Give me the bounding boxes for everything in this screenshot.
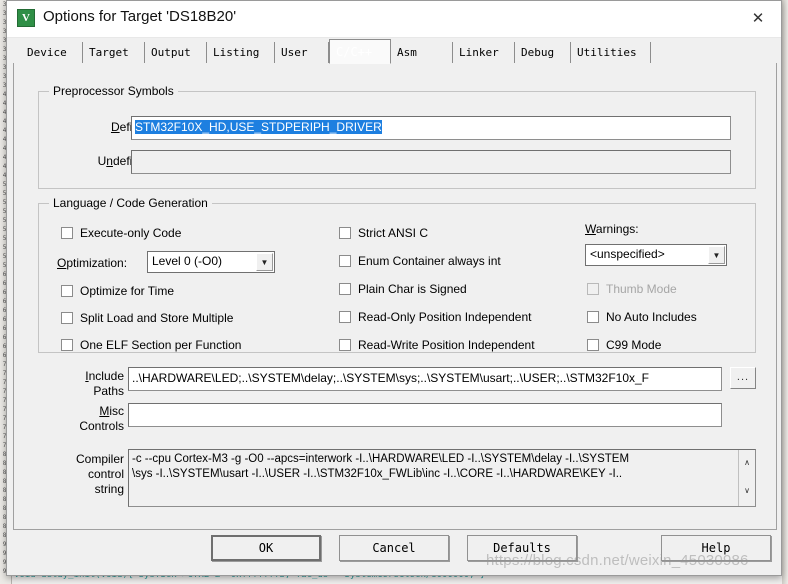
tab-target[interactable]: Target <box>83 42 145 63</box>
define-input[interactable]: STM32F10X_HD,USE_STDPERIPH_DRIVER <box>131 116 731 140</box>
ok-button[interactable]: OK <box>211 535 321 561</box>
checkbox-thumb-mode: Thumb Mode <box>587 282 677 296</box>
scroll-up-icon[interactable]: ∧ <box>739 450 755 478</box>
tab-output[interactable]: Output <box>145 42 207 63</box>
tab-utilities[interactable]: Utilities <box>571 42 651 63</box>
tab-debug[interactable]: Debug <box>515 42 571 63</box>
checkbox-label: Strict ANSI C <box>358 226 429 240</box>
misc-controls-label-line1: Misc <box>99 404 124 418</box>
include-paths-input[interactable]: ..\HARDWARE\LED;..\SYSTEM\delay;..\SYSTE… <box>128 367 722 391</box>
warnings-value: <unspecified> <box>590 247 665 261</box>
language-code-generation-group: Language / Code Generation Execute-only … <box>38 196 756 353</box>
misc-controls-label-line2: Controls <box>79 419 124 433</box>
checkbox-box <box>61 227 73 239</box>
checkbox-box <box>61 285 73 297</box>
misc-controls-input[interactable] <box>128 403 722 427</box>
csdn-watermark: https://blog.csdn.net/weixin_45030986 <box>486 552 749 569</box>
language-code-generation-label: Language / Code Generation <box>49 196 212 210</box>
checkbox-label: Read-Write Position Independent <box>358 338 535 352</box>
chevron-down-icon[interactable]: ▼ <box>708 246 725 264</box>
warnings-select[interactable]: <unspecified> ▼ <box>585 244 727 266</box>
options-dialog: V Options for Target 'DS18B20' ✕ Device … <box>6 0 782 576</box>
chevron-down-icon[interactable]: ▼ <box>256 253 273 271</box>
tab-device[interactable]: Device <box>21 42 83 63</box>
compiler-control-string-label-line2: control <box>87 467 124 481</box>
checkbox-split-load-and-store-multiple[interactable]: Split Load and Store Multiple <box>61 311 233 325</box>
undefine-input[interactable] <box>131 150 731 174</box>
checkbox-c99-mode[interactable]: C99 Mode <box>587 338 661 352</box>
tab-c-cpp[interactable]: C/C++ <box>329 39 391 64</box>
checkbox-label: Read-Only Position Independent <box>358 310 532 324</box>
optimization-value: Level 0 (-O0) <box>152 254 223 268</box>
close-icon[interactable]: ✕ <box>735 1 781 36</box>
checkbox-no-auto-includes[interactable]: No Auto Includes <box>587 310 697 324</box>
background-right-edge <box>782 0 788 584</box>
checkbox-label: C99 Mode <box>606 338 662 352</box>
checkbox-label: Optimize for Time <box>80 284 175 298</box>
tab-linker[interactable]: Linker <box>453 42 515 63</box>
compiler-control-string-label-line3: string <box>94 482 124 496</box>
dialog-title: Options for Target 'DS18B20' <box>43 8 237 25</box>
preprocessor-symbols-label: Preprocessor Symbols <box>49 84 178 98</box>
compiler-control-string-label-line1: Compiler <box>75 452 124 466</box>
cancel-button[interactable]: Cancel <box>339 535 449 561</box>
compiler-control-string-scrollbar[interactable]: ∧ ∨ <box>738 450 755 506</box>
optimization-label: Optimization: <box>57 256 128 270</box>
optimization-select[interactable]: Level 0 (-O0) ▼ <box>147 251 275 273</box>
checkbox-label: Execute-only Code <box>80 226 182 240</box>
checkbox-label: Plain Char is Signed <box>358 282 467 296</box>
scroll-down-icon[interactable]: ∨ <box>739 478 755 506</box>
keil-uvision-logo-icon: V <box>17 9 35 27</box>
include-paths-label-line2: Paths <box>93 384 124 398</box>
include-paths-browse-button[interactable]: ... <box>730 367 756 389</box>
checkbox-read-write-position-independent[interactable]: Read-Write Position Independent <box>339 338 535 352</box>
checkbox-box <box>587 311 599 323</box>
checkbox-label: Split Load and Store Multiple <box>80 311 234 325</box>
checkbox-label: No Auto Includes <box>606 310 697 324</box>
checkbox-box <box>61 312 73 324</box>
dialog-titlebar: V Options for Target 'DS18B20' ✕ <box>7 1 781 38</box>
checkbox-execute-only-code[interactable]: Execute-only Code <box>61 226 181 240</box>
tab-listing[interactable]: Listing <box>207 42 275 63</box>
checkbox-box <box>339 339 351 351</box>
compiler-control-string-textarea[interactable]: -c --cpu Cortex-M3 -g -O0 --apcs=interwo… <box>128 449 756 507</box>
checkbox-plain-char-is-signed[interactable]: Plain Char is Signed <box>339 282 467 296</box>
define-input-value: STM32F10X_HD,USE_STDPERIPH_DRIVER <box>135 120 382 134</box>
checkbox-strict-ansi-c[interactable]: Strict ANSI C <box>339 226 428 240</box>
checkbox-one-elf-section-per-function[interactable]: One ELF Section per Function <box>61 338 241 352</box>
tab-user[interactable]: User <box>275 42 329 63</box>
checkbox-optimize-for-time[interactable]: Optimize for Time <box>61 284 174 298</box>
checkbox-box <box>339 227 351 239</box>
checkbox-label: Enum Container always int <box>358 254 501 268</box>
c-cpp-panel: Preprocessor Symbols Define: STM32F10X_H… <box>13 63 777 530</box>
checkbox-label: Thumb Mode <box>606 282 677 296</box>
checkbox-box <box>339 311 351 323</box>
tab-asm[interactable]: Asm <box>391 42 453 63</box>
compiler-control-string-line-2: \sys -I..\SYSTEM\usart -I..\USER -I..\ST… <box>132 468 623 480</box>
checkbox-label: One ELF Section per Function <box>80 338 242 352</box>
checkbox-read-only-position-independent[interactable]: Read-Only Position Independent <box>339 310 531 324</box>
checkbox-box <box>61 339 73 351</box>
tabstrip: Device Target Output Listing User C/C++ … <box>13 39 777 64</box>
include-paths-label-line1: Include <box>85 369 124 383</box>
checkbox-box <box>587 283 599 295</box>
warnings-label: Warnings: <box>585 222 639 236</box>
checkbox-box <box>587 339 599 351</box>
checkbox-box <box>339 283 351 295</box>
checkbox-enum-container-always-int[interactable]: Enum Container always int <box>339 254 501 268</box>
checkbox-box <box>339 255 351 267</box>
compiler-control-string-line-1: -c --cpu Cortex-M3 -g -O0 --apcs=interwo… <box>132 453 630 465</box>
preprocessor-symbols-group: Preprocessor Symbols Define: STM32F10X_H… <box>38 84 756 189</box>
